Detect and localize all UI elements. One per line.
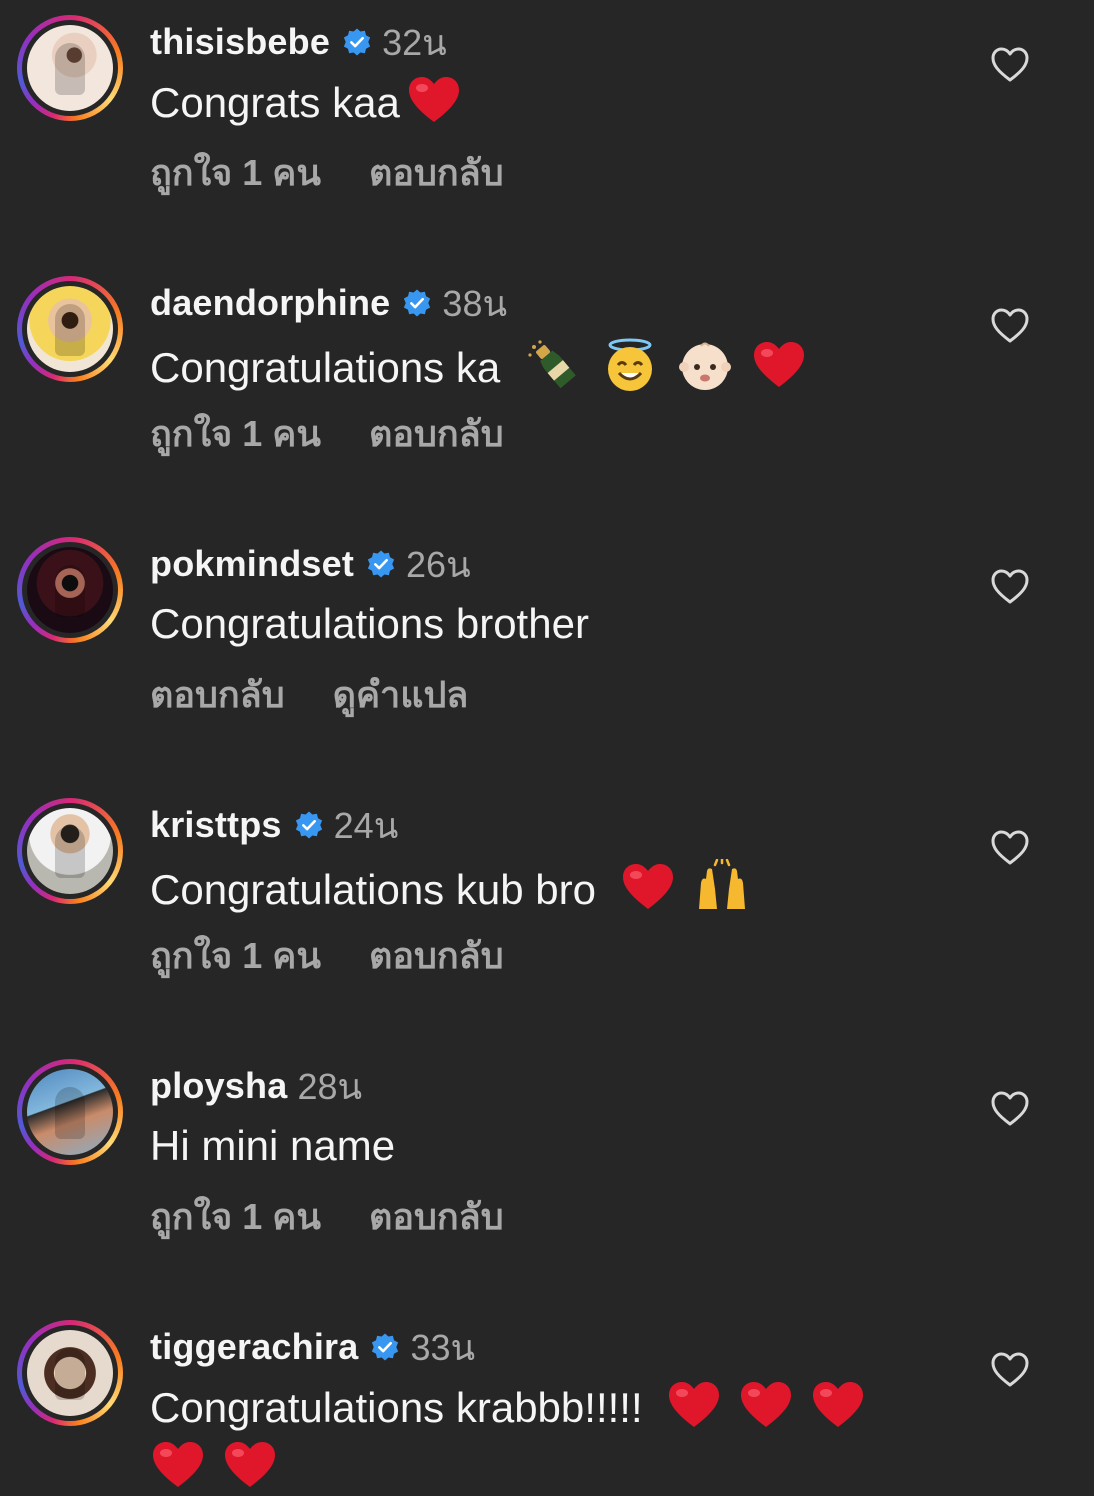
red-heart-icon <box>152 1441 204 1496</box>
red-heart-icon <box>224 1441 276 1496</box>
red-heart-icon <box>812 1381 864 1441</box>
username[interactable]: ploysha <box>150 1065 287 1107</box>
comment-body: Congratulations ka <box>150 344 501 392</box>
username[interactable]: daendorphine <box>150 282 390 324</box>
comment-body: Congratulations brother <box>150 600 589 647</box>
comment-body: Congrats kaa <box>150 79 400 127</box>
reply-button[interactable]: ตอบกลับ <box>369 405 504 462</box>
comment-time: 32น <box>382 21 447 63</box>
reply-button[interactable]: ตอบกลับ <box>369 927 504 984</box>
comment-actions: ถูกใจ 1 คน ตอบกลับ <box>150 931 552 979</box>
comment-text: Hi mini name <box>150 1120 950 1172</box>
likes-count-link[interactable]: ถูกใจ 1 คน <box>150 405 321 462</box>
likes-count-link[interactable]: ถูกใจ 1 คน <box>150 144 321 201</box>
likes-count-link[interactable]: ถูกใจ 1 คน <box>150 1188 321 1245</box>
avatar[interactable] <box>17 1320 123 1426</box>
comment-header: tiggerachira 33น <box>150 1325 475 1369</box>
heart-outline-icon[interactable] <box>990 46 1030 84</box>
comment-text: Congrats kaa <box>150 76 950 136</box>
verified-badge-icon <box>367 550 395 578</box>
baby-icon <box>677 337 733 405</box>
comment-text: Congratulations brother <box>150 598 950 650</box>
avatar[interactable] <box>17 1059 123 1165</box>
avatar[interactable] <box>17 798 123 904</box>
reply-button[interactable]: ตอบกลับ <box>369 144 504 201</box>
reply-button[interactable]: ตอบกลับ <box>369 1188 504 1245</box>
comment-time: 33น <box>410 1326 476 1368</box>
red-heart-icon <box>408 76 460 136</box>
heart-outline-icon[interactable] <box>990 1351 1030 1389</box>
comment-body: Congratulations kub bro <box>150 866 596 914</box>
comment-text: Congratulations kub bro <box>150 857 950 927</box>
username[interactable]: tiggerachira <box>150 1326 358 1368</box>
comment-actions: ถูกใจ 1 คน ตอบกลับ <box>150 1192 552 1240</box>
verified-badge-icon <box>372 1333 399 1361</box>
comment-header: pokmindset 26น <box>150 542 471 586</box>
smiling-face-with-halo-icon <box>602 337 658 405</box>
verified-badge-icon <box>343 28 371 56</box>
heart-outline-icon[interactable] <box>990 307 1030 345</box>
champagne-icon <box>526 339 582 403</box>
red-heart-icon <box>740 1381 792 1441</box>
username[interactable]: kristtps <box>150 804 282 846</box>
heart-outline-icon[interactable] <box>990 568 1030 606</box>
raising-hands-icon <box>693 857 751 927</box>
reply-button[interactable]: ตอบกลับ <box>150 666 285 723</box>
comment-actions: ตอบกลับ ดูคำแปล <box>150 670 516 718</box>
avatar[interactable] <box>17 15 123 121</box>
comment-actions: ถูกใจ 1 คน ตอบกลับ <box>150 148 552 196</box>
heart-outline-icon[interactable] <box>990 1090 1030 1128</box>
see-translation-button[interactable]: ดูคำแปล <box>333 666 469 723</box>
comment-time: 26น <box>406 543 471 585</box>
verified-badge-icon <box>295 811 322 839</box>
red-heart-icon <box>622 863 674 923</box>
comment-body: Congratulations krabbb!!!!! <box>150 1384 643 1432</box>
username[interactable]: thisisbebe <box>150 21 330 63</box>
comment-header: kristtps 24น <box>150 803 398 847</box>
comment-item: daendorphine 38น Congratulations ka ถูกใ… <box>0 261 1094 522</box>
verified-badge-icon <box>404 289 431 317</box>
comment-actions: ถูกใจ 1 คน ตอบกลับ <box>150 409 552 457</box>
comment-time: 24น <box>333 804 399 846</box>
comment-header: daendorphine 38น <box>150 281 507 325</box>
red-heart-icon <box>668 1381 720 1441</box>
comment-text: Congratulations krabbb!!!!! <box>150 1381 930 1496</box>
comment-text: Congratulations ka <box>150 337 950 405</box>
red-heart-icon <box>753 341 805 401</box>
avatar[interactable] <box>17 537 123 643</box>
comment-item: ploysha 28น Hi mini name ถูกใจ 1 คน ตอบก… <box>0 1044 1094 1305</box>
comment-item: tiggerachira 33น Congratulations krabbb!… <box>0 1305 1094 1496</box>
comment-time: 28น <box>297 1065 363 1107</box>
comment-header: ploysha 28น <box>150 1064 362 1108</box>
comment-body: Hi mini name <box>150 1122 396 1169</box>
comment-item: kristtps 24น Congratulations kub bro ถูก… <box>0 783 1094 1044</box>
username[interactable]: pokmindset <box>150 543 354 585</box>
heart-outline-icon[interactable] <box>990 829 1030 867</box>
likes-count-link[interactable]: ถูกใจ 1 คน <box>150 927 321 984</box>
comment-header: thisisbebe 32น <box>150 20 447 64</box>
comment-item: thisisbebe 32น Congrats kaa ถูกใจ 1 คน ต… <box>0 0 1094 261</box>
comment-item: pokmindset 26น Congratulations brother ต… <box>0 522 1094 783</box>
avatar[interactable] <box>17 276 123 382</box>
comment-time: 38น <box>442 282 508 324</box>
